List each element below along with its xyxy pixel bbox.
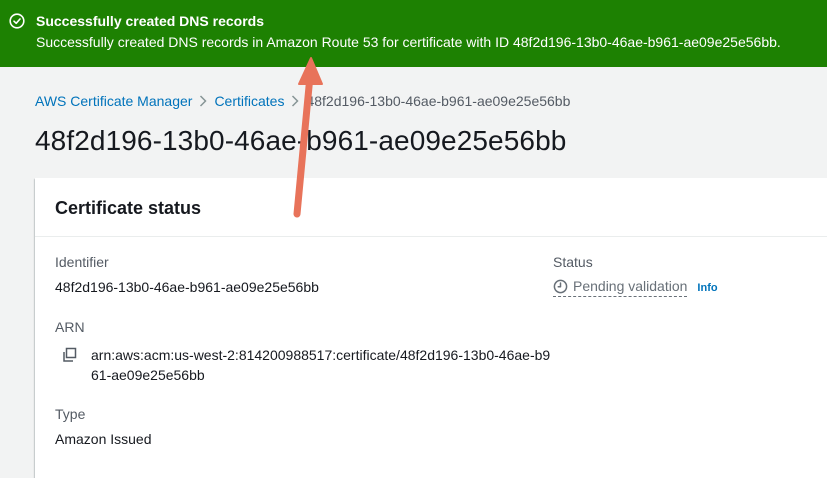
identifier-value: 48f2d196-13b0-46ae-b961-ae09e25e56bb: [55, 279, 319, 295]
breadcrumb-certificates-link[interactable]: Certificates: [214, 93, 284, 109]
breadcrumb: AWS Certificate Manager Certificates 48f…: [35, 93, 570, 109]
arn-value: arn:aws:acm:us-west-2:814200988517:certi…: [91, 347, 551, 383]
chevron-right-icon: [292, 95, 300, 107]
identifier-label: Identifier: [55, 254, 109, 270]
clock-icon: [553, 279, 568, 293]
flash-message: Successfully created DNS records in Amaz…: [36, 34, 781, 50]
panel-title: Certificate status: [55, 198, 202, 218]
certificate-status-panel: Certificate status Identifier 48f2d196-1…: [35, 178, 827, 478]
success-check-icon: [9, 13, 25, 29]
breadcrumb-acm-link[interactable]: AWS Certificate Manager: [35, 93, 192, 109]
status-pending-validation: Pending validation: [553, 278, 688, 297]
breadcrumb-current: 48f2d196-13b0-46ae-b961-ae09e25e56bb: [306, 93, 571, 109]
page-title: 48f2d196-13b0-46ae-b961-ae09e25e56bb: [35, 125, 567, 156]
flash-title: Successfully created DNS records: [36, 13, 264, 29]
copy-icon[interactable]: [62, 347, 78, 363]
panel-header: Certificate status: [35, 178, 827, 237]
status-label: Status: [553, 254, 593, 270]
type-value: Amazon Issued: [55, 431, 152, 447]
chevron-right-icon: [200, 95, 207, 107]
status-text: Pending validation: [573, 278, 688, 294]
info-link[interactable]: Info: [697, 282, 717, 294]
success-flash-banner: Successfully created DNS records Success…: [0, 0, 827, 67]
type-label: Type: [55, 406, 86, 422]
arn-label: ARN: [55, 319, 85, 335]
status-value-group: Pending validation Info: [553, 278, 718, 297]
